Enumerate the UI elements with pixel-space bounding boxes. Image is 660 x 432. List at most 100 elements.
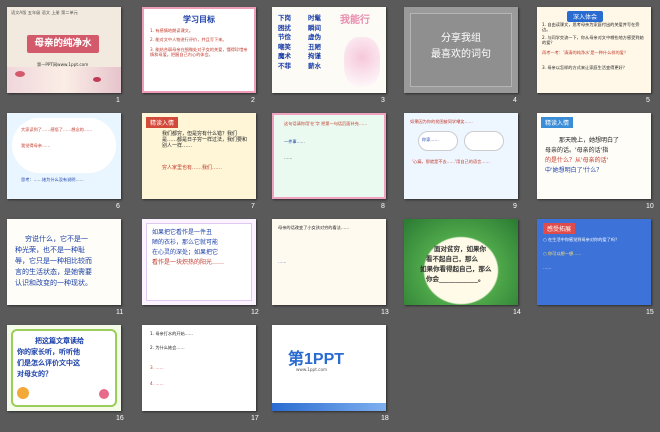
slide-8-line-3: ……	[284, 155, 293, 160]
slide-17-line-4: 4. ……	[150, 381, 164, 386]
slide-number-1: 1	[116, 97, 120, 104]
slide-number-6: 6	[116, 203, 120, 210]
slide-17-line-1: 1. 母亲打水的开始……	[150, 331, 194, 336]
slide-thumbnail-15[interactable]: 感受拓展 ○ 在生活中你感觉到母亲对你的爱了吗？ ○ 你可以想一想…… ……	[537, 219, 651, 305]
flower-icon	[99, 389, 109, 399]
word-grid: 下岗 时髦 困扰 瞬间 节俭 虚伪 嘲笑 丑陋 魔术 拘谨 不菲 薪水	[278, 14, 338, 70]
slide-number-7: 7	[251, 203, 255, 210]
word-item: 薪水	[308, 61, 321, 70]
slide-11-line-1: 穷说什么，它不是一	[25, 235, 88, 243]
petal-icon	[93, 77, 101, 82]
slide-6-line-2: 我觉得母亲……	[21, 143, 51, 148]
slide-thumbnail-4[interactable]: 分享我组 最喜欢的词句	[404, 7, 518, 93]
slide-number-5: 5	[646, 97, 650, 104]
slide-1-title-box: 母亲的纯净水	[27, 35, 99, 53]
slide-thumbnail-17[interactable]: 1. 母亲打水的开始…… 2. 为什么她会…… 3. …… 4. ……	[142, 325, 256, 411]
slide-11-line-3: 辱，它只是一种相比较而	[15, 257, 92, 265]
slide-10-title: 精读入情	[541, 117, 574, 128]
slide-8-line-2: 一件事……	[284, 139, 305, 144]
slide-number-2: 2	[251, 97, 255, 104]
slide-16-line-4: 对母女的？	[17, 370, 52, 378]
slide-thumbnail-3[interactable]: 我能行 下岗 时髦 困扰 瞬间 节俭 虚伪 嘲笑 丑陋 魔术 拘谨 不菲 薪水	[272, 7, 386, 93]
slide-11-line-4: 言的生活状态，是她需要	[15, 268, 92, 276]
slide-12-line-3: 在心灵的深处；如果把它	[152, 249, 219, 256]
slide-9-line-2: 你家……	[422, 137, 439, 142]
slide-thumbnail-18[interactable]: 第1PPT www.1ppt.com	[272, 325, 386, 411]
slide-thumbnail-5[interactable]: 深入体会 1. 自由读课文，思考母亲为家庭付出的关爱并写在旁边。 2. 与同学交…	[537, 7, 651, 93]
slide-number-9: 9	[513, 203, 517, 210]
slide-thumbnail-8[interactable]: 这句话请你用'在'字 把第一句话后面补充…… 一件事…… ……	[272, 113, 386, 199]
slide-4-line-1: 分享我组	[441, 33, 481, 44]
word-item: 不菲	[278, 61, 291, 70]
slide-thumbnail-6[interactable]: 大家读到了……感悟了……想念的…… 我觉得母亲…… 思考：……她为什么没有说明……	[7, 113, 121, 199]
slide-14-line-4: 你会____________。	[426, 275, 485, 283]
slide-number-18: 18	[381, 415, 389, 422]
slide-15-line-3: ……	[543, 265, 552, 270]
slide-7-line-1: 我们都穷，但是穷有什么错？我们是……都是日子穷一样过法，我们要和别人一样……	[162, 131, 248, 150]
slide-18-logo: 第1PPT	[288, 351, 345, 368]
slide-4-line-2: 最喜欢的词句	[431, 49, 491, 60]
decorative-petals	[7, 67, 121, 93]
slide-thumbnail-13[interactable]: 母亲的话改变了小女孩对穷的看法…… ……	[272, 219, 386, 305]
slide-thumbnail-12[interactable]: 如果把它看作是一件丑 陋的衣衫，那么它就可能 在心灵的深处；如果把它 看作是一块…	[142, 219, 256, 305]
slide-number-12: 12	[251, 309, 259, 316]
slide-5-line-2: 2. 与同学交流一下，你从母亲对文中哪些地方感受到她的爱？	[542, 35, 644, 46]
slide-14-line-3: 如果你看得起自己，那么	[420, 265, 492, 273]
slide-13-line-2: ……	[278, 259, 287, 264]
slide-6-line-3: 思考：……她为什么没有说明……	[21, 177, 84, 182]
slide-5-line-3: 再考一考：'清清的纯净水'是一种什么样的爱？	[542, 50, 629, 55]
flower-icon	[17, 387, 29, 399]
word-item: 虚伪	[308, 33, 321, 41]
slide-number-13: 13	[381, 309, 389, 316]
flower-decoration	[344, 37, 380, 87]
slide-12-line-1: 如果把它看作是一件丑	[152, 229, 213, 236]
slide-2-title: 学习目标	[183, 15, 215, 24]
slide-thumbnail-10[interactable]: 精读入情 那天晚上，她想明白了 母亲的话。'母亲的话'指 的是什么？从'母亲的话…	[537, 113, 651, 199]
slide-2-line-1: 1. 有感情地朗读课文。	[150, 28, 194, 33]
slide-16-line-3: 们是怎么评价文中这	[17, 359, 80, 367]
slide-thumbnail-2[interactable]: 学习目标 1. 有感情地朗读课文。 2. 能对文中人物进行评价，并且写下来。 3…	[142, 7, 256, 93]
slide-number-10: 10	[646, 203, 654, 210]
word-item: 魔术	[278, 52, 291, 60]
slide-number-16: 16	[116, 415, 124, 422]
slide-15-title: 感受拓展	[543, 223, 576, 234]
slide-thumbnail-16[interactable]: 把这篇文章读给 你的家长听，听听他 们是怎么评价文中这 对母女的？	[7, 325, 121, 411]
slide-14-line-2: 看不起自己，那么	[426, 255, 478, 263]
slide-1-title: 母亲的纯净水	[34, 38, 92, 49]
slide-thumbnail-1[interactable]: 语文A版 五年级 语文 上册 第二单元 母亲的纯净水 第一PPT网www.1pp…	[7, 7, 121, 93]
slide-7-title: 精读入情	[146, 117, 179, 128]
slide-number-11: 11	[116, 309, 124, 316]
slide-17-line-2: 2. 为什么她会……	[150, 345, 185, 350]
word-item: 嘲笑	[278, 42, 291, 51]
slide-thumbnail-7[interactable]: 精读入情 我们都穷，但是穷有什么错？我们是……都是日子穷一样过法，我们要和别人一…	[142, 113, 256, 199]
slide-10-line-2: 母亲的话。'母亲的话'指	[545, 147, 609, 154]
slide-11-line-2: 种光荣，也不是一种耻	[15, 246, 85, 254]
slide-10-line-1: 那天晚上，她想明白了	[559, 137, 620, 144]
slide-number-8: 8	[381, 203, 385, 210]
word-item: 下岗	[278, 14, 291, 22]
slide-16-line-1: 把这篇文章读给	[35, 337, 84, 345]
slide-18-bar	[272, 403, 386, 411]
slide-number-3: 3	[381, 97, 385, 104]
slide-number-14: 14	[513, 309, 521, 316]
slide-15-line-2: ○ 你可以想一想……	[543, 251, 582, 256]
slide-2-line-2: 2. 能对文中人物进行评价，并且写下来。	[150, 37, 227, 42]
slide-12-line-2: 陋的衣衫，那么它就可能	[152, 239, 219, 246]
slide-13-line-1: 母亲的话改变了小女孩对穷的看法……	[278, 225, 350, 230]
slide-10-line-3: 的是什么？从'母亲的话'	[545, 157, 609, 164]
slide-3-heading: 我能行	[340, 15, 370, 26]
bubble-shape	[464, 131, 504, 151]
slide-12-line-4: 看作是一块炽热的阳光……	[152, 259, 225, 266]
slide-5-line-1: 1. 自由读课文，思考母亲为家庭付出的关爱并写在旁边。	[542, 22, 640, 33]
slide-thumbnail-11[interactable]: 穷说什么，它不是一 种光荣，也不是一种耻 辱，它只是一种相比较而 言的生活状态，…	[7, 219, 121, 305]
slide-18-sub: www.1ppt.com	[296, 367, 328, 372]
word-item: 节俭	[278, 33, 291, 41]
word-item: 瞬间	[308, 23, 321, 32]
slide-16-line-2: 你的家长听，听听他	[17, 348, 80, 356]
slide-thumbnail-14[interactable]: 面对贫穷，如果你 看不起自己，那么 如果你看得起自己，那么 你会________…	[404, 219, 518, 305]
slide-2-line-3: 3. 能结合弱母亲在细微处对子女的关爱，懂得珍惜亲情和母爱。把握自己内心的体会。	[150, 47, 248, 58]
slide-thumbnail-9[interactable]: 如果因为你的贫困被同学嘲笑…… 你家…… '心痛，那就是不去……'用自己的语言……	[404, 113, 518, 199]
slide-number-17: 17	[251, 415, 259, 422]
slide-10-line-4: 中'她想明白了'什么？	[545, 167, 603, 174]
slide-11-line-5: 认识和改变的一种现状。	[15, 279, 92, 287]
